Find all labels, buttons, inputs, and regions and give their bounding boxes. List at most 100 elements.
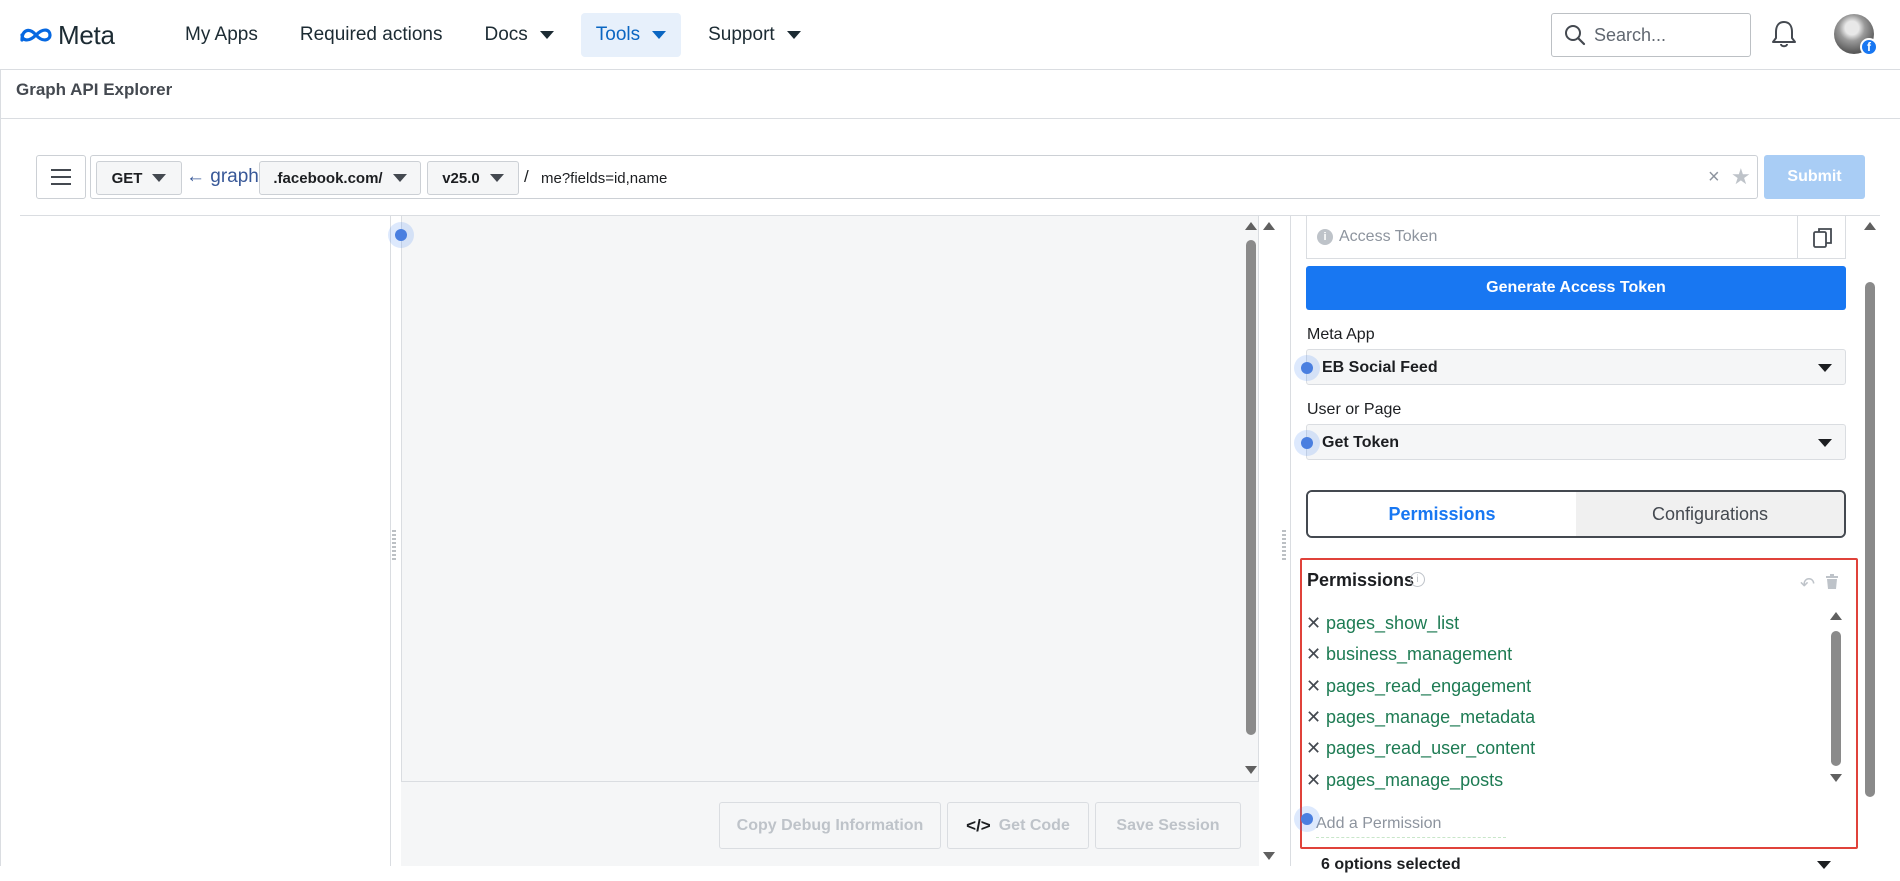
http-method-select[interactable]: GET	[96, 161, 182, 195]
copy-token-button[interactable]	[1797, 216, 1847, 259]
undo-icon[interactable]: ↶	[1800, 574, 1815, 595]
hamburger-line	[51, 176, 71, 178]
scroll-up-arrow-icon[interactable]	[1830, 612, 1842, 620]
permission-name: pages_show_list	[1326, 613, 1460, 634]
get-code-button[interactable]: </> Get Code	[947, 802, 1089, 849]
path-separator: /	[524, 167, 529, 186]
trash-icon[interactable]	[1825, 574, 1839, 590]
page-left-border	[0, 70, 1, 866]
add-permission-input[interactable]	[1316, 810, 1506, 838]
permission-item: ✕ pages_read_engagement	[1306, 671, 1535, 702]
permission-item: ✕ pages_show_list	[1306, 608, 1535, 639]
sidebar-divider	[390, 216, 391, 866]
user-or-page-select[interactable]: Get Token	[1306, 424, 1846, 460]
nav-support[interactable]: Support	[693, 13, 816, 57]
nav-label: Support	[708, 24, 775, 45]
result-scrollbar[interactable]	[1245, 220, 1257, 780]
history-menu-button[interactable]	[36, 155, 86, 199]
meta-app-select[interactable]: EB Social Feed	[1306, 349, 1846, 385]
meta-logo[interactable]: Meta	[18, 20, 115, 50]
permissions-info-icon[interactable]: i	[1410, 572, 1425, 587]
scroll-thumb[interactable]	[1246, 240, 1256, 735]
chevron-down-icon	[1818, 439, 1832, 447]
resize-handle[interactable]	[1282, 530, 1286, 560]
top-nav: Meta My Apps Required actions Docs Tools…	[0, 0, 1900, 70]
access-token-field: i	[1306, 216, 1846, 259]
meta-app-label: Meta App	[1307, 326, 1375, 343]
favorite-star-icon[interactable]: ★	[1731, 164, 1751, 190]
chevron-down-icon	[1818, 364, 1832, 372]
logo-text: Meta	[58, 19, 115, 50]
access-token-input[interactable]	[1339, 225, 1789, 249]
permission-name: pages_manage_posts	[1326, 769, 1504, 790]
remove-permission-icon[interactable]: ✕	[1306, 613, 1321, 634]
permission-name: pages_read_user_content	[1326, 738, 1536, 759]
remove-permission-icon[interactable]: ✕	[1306, 770, 1321, 791]
query-bar: GET ← graph. .facebook.com/ v25.0 / × ★	[90, 155, 1791, 199]
info-icon: i	[1317, 229, 1333, 245]
permission-item: ✕ pages_manage_posts	[1306, 764, 1535, 795]
permission-name: pages_read_engagement	[1326, 675, 1532, 696]
nav-label: Docs	[484, 24, 528, 45]
resize-handle[interactable]	[392, 530, 396, 560]
chevron-down-icon	[152, 174, 167, 182]
right-panel-divider	[1290, 216, 1291, 866]
user-or-page-label: User or Page	[1307, 401, 1402, 418]
copy-debug-button[interactable]: Copy Debug Information	[719, 802, 941, 849]
nav-docs[interactable]: Docs	[469, 13, 568, 57]
cursor-marker	[1294, 806, 1320, 832]
remove-permission-icon[interactable]: ✕	[1306, 644, 1321, 665]
nav-my-apps[interactable]: My Apps	[170, 13, 273, 57]
remove-permission-icon[interactable]: ✕	[1306, 676, 1321, 697]
permission-item: ✕ pages_manage_metadata	[1306, 702, 1535, 733]
generate-access-token-button[interactable]: Generate Access Token	[1306, 266, 1846, 310]
remove-permission-icon[interactable]: ✕	[1306, 738, 1321, 759]
submit-button[interactable]: Submit	[1764, 155, 1865, 199]
search-icon	[1565, 25, 1586, 46]
options-selected-select[interactable]: 6 options selected	[1306, 851, 1846, 881]
permission-name: business_management	[1326, 644, 1513, 665]
scroll-down-arrow-icon[interactable]	[1830, 774, 1842, 782]
save-session-button[interactable]: Save Session	[1095, 802, 1241, 849]
query-path-input[interactable]	[541, 163, 1791, 193]
facebook-badge-icon: f	[1860, 38, 1878, 56]
cursor-marker	[1294, 355, 1320, 381]
scroll-thumb[interactable]	[1831, 631, 1841, 766]
tab-permissions[interactable]: Permissions	[1308, 492, 1576, 536]
graph-domain-toggle[interactable]: ← graph.	[186, 166, 264, 188]
chevron-down-icon	[539, 31, 554, 39]
notifications-bell-icon[interactable]	[1768, 18, 1800, 50]
code-icon: </>	[966, 815, 991, 835]
chevron-down-icon	[786, 31, 801, 39]
search-input[interactable]	[1594, 24, 1734, 46]
scroll-up-arrow-icon[interactable]	[1864, 222, 1876, 230]
hamburger-line	[51, 183, 71, 185]
nav-label: Tools	[595, 24, 641, 45]
search-box[interactable]	[1551, 13, 1751, 57]
domain-value: .facebook.com/	[273, 169, 383, 187]
remove-permission-icon[interactable]: ✕	[1306, 707, 1321, 728]
clear-query-icon[interactable]: ×	[1708, 166, 1720, 189]
nav-menu: My Apps Required actions Docs Tools Supp…	[170, 13, 828, 57]
result-panel	[401, 216, 1259, 866]
cursor-marker	[388, 222, 414, 248]
chevron-down-icon	[392, 174, 407, 182]
nav-required-actions[interactable]: Required actions	[285, 13, 458, 57]
permissions-scrollbar[interactable]	[1830, 612, 1842, 786]
meta-app-value: EB Social Feed	[1322, 359, 1438, 376]
scroll-up-arrow-icon[interactable]	[1245, 222, 1257, 230]
domain-select[interactable]: .facebook.com/	[259, 161, 421, 195]
panel-scroll-down-arrow-icon[interactable]	[1263, 852, 1275, 860]
version-select[interactable]: v25.0	[427, 161, 519, 195]
scroll-down-arrow-icon[interactable]	[1245, 766, 1257, 774]
copy-icon	[1812, 227, 1832, 248]
permissions-list: ✕ pages_show_list ✕ business_management …	[1306, 608, 1535, 796]
right-panel-scrollbar[interactable]	[1864, 220, 1876, 866]
tab-configurations[interactable]: Configurations	[1576, 492, 1844, 536]
method-value: GET	[111, 169, 143, 187]
nav-tools[interactable]: Tools	[580, 13, 682, 57]
permission-item: ✕ business_management	[1306, 639, 1535, 670]
scroll-thumb[interactable]	[1865, 282, 1875, 797]
panel-scroll-up-arrow-icon[interactable]	[1263, 222, 1275, 230]
permission-item: ✕ pages_read_user_content	[1306, 733, 1535, 764]
